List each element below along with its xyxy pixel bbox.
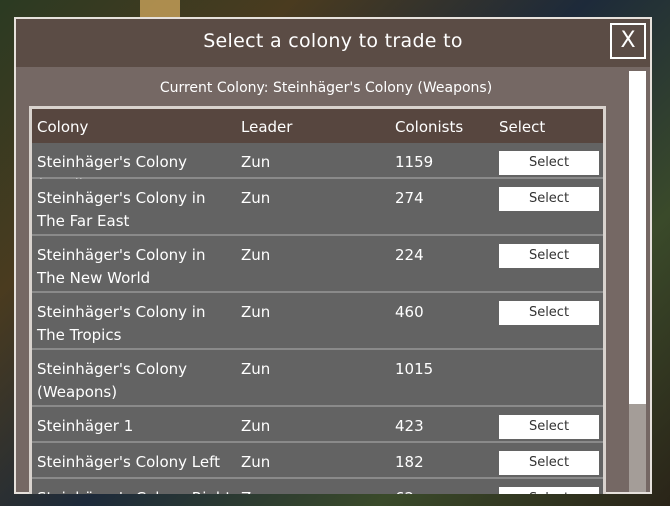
vertical-scrollbar[interactable] xyxy=(629,71,646,492)
close-button[interactable]: X xyxy=(610,23,646,59)
colony-name: Steinhäger's Colony Right xyxy=(37,487,237,494)
header-colonists: Colonists xyxy=(395,118,464,136)
select-colony-button[interactable]: Select xyxy=(499,151,599,175)
colonist-count: 224 xyxy=(395,246,424,264)
current-colony-label: Current Colony: Steinhäger's Colony (Wea… xyxy=(159,80,493,96)
header-select: Select xyxy=(499,118,546,136)
table-row: Steinhäger's Colony in The Far East Zun 27… xyxy=(32,179,603,236)
colony-name: Steinhäger's Colony Left xyxy=(37,453,220,471)
select-colony-button[interactable]: Select xyxy=(499,487,599,494)
select-colony-button[interactable]: Select xyxy=(499,301,599,325)
table-row: Steinhäger's Colony Right Zun 62 Select xyxy=(32,479,603,494)
header-leader: Leader xyxy=(241,118,293,136)
trade-colony-dialog: Select a colony to trade to X Current Co… xyxy=(14,17,652,494)
colony-name: Steinhäger's Colony in The Tropics xyxy=(37,303,206,344)
header-colony: Colony xyxy=(37,118,89,136)
table-header: Colony Leader Colonists Select xyxy=(32,109,603,143)
scrollbar-thumb[interactable] xyxy=(629,404,646,492)
colony-name: Steinhäger's Colony (Weapons) xyxy=(37,360,188,401)
colonist-count: 1015 xyxy=(395,360,434,378)
leader-name: Zun xyxy=(241,153,271,171)
leader-name: Zun xyxy=(241,189,271,207)
leader-name: Zun xyxy=(241,417,271,435)
select-colony-button[interactable]: Select xyxy=(499,187,599,211)
select-colony-button[interactable]: Select xyxy=(499,451,599,475)
table-body: Steinhäger's Colony (Food)Zun1159SelectS… xyxy=(32,143,603,494)
colony-table: Colony Leader Colonists Select Steinhäge… xyxy=(29,106,606,494)
leader-name: Zun xyxy=(241,303,271,321)
table-row: Steinhäger's Colony Left Zun 182 Select xyxy=(32,443,603,479)
colonist-count: 423 xyxy=(395,417,424,435)
colony-name: Steinhäger 1 xyxy=(37,417,134,435)
table-row: Steinhäger's Colony (Weapons) Zun 1015 xyxy=(32,350,603,407)
leader-name: Zun xyxy=(241,246,271,264)
leader-name: Zun xyxy=(241,360,271,378)
select-colony-button[interactable]: Select xyxy=(499,244,599,268)
colony-name: Steinhäger's Colony in The Far East xyxy=(37,189,206,230)
colonist-count: 1159 xyxy=(395,153,434,171)
colonist-count: 274 xyxy=(395,189,424,207)
colonist-count: 62 xyxy=(395,487,414,494)
leader-name: Zun xyxy=(241,487,270,494)
table-row: Steinhäger's Colony (Food)Zun1159Select xyxy=(32,143,603,194)
colonist-count: 460 xyxy=(395,303,424,321)
colonist-count: 182 xyxy=(395,453,424,471)
leader-name: Zun xyxy=(241,453,271,471)
dialog-title: Select a colony to trade to xyxy=(203,30,463,52)
colony-name: Steinhäger's Colony in The New World xyxy=(37,246,206,287)
background-scene xyxy=(140,0,180,18)
table-row: Steinhäger 1 Zun 423 Select xyxy=(32,407,603,443)
dialog-titlebar: Select a colony to trade to X xyxy=(16,19,650,67)
table-row: Steinhäger's Colony in The Tropics Zun 460… xyxy=(32,293,603,350)
table-row: Steinhäger's Colony in The New World Zun 2… xyxy=(32,236,603,293)
select-colony-button[interactable]: Select xyxy=(499,415,599,439)
